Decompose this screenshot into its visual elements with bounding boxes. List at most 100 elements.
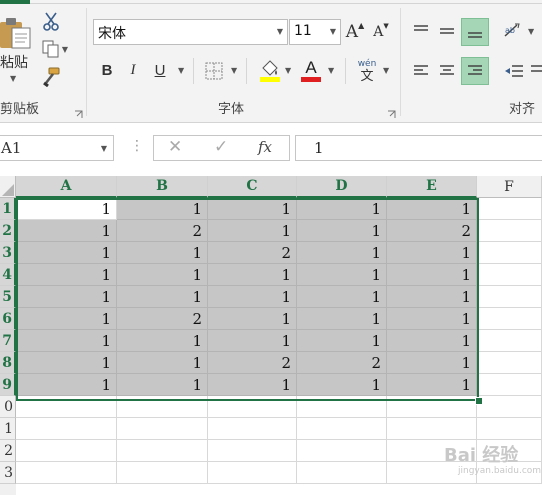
font-color-button[interactable]: A [299, 57, 323, 83]
cell-d2[interactable]: 1 [297, 220, 387, 242]
column-header-d[interactable]: D [297, 176, 387, 198]
align-center-icon[interactable] [436, 60, 458, 82]
cell-a7[interactable]: 1 [16, 330, 117, 352]
cell-c1[interactable]: 1 [208, 198, 297, 220]
cell-d7[interactable]: 1 [297, 330, 387, 352]
bold-button[interactable]: B [97, 58, 117, 82]
phonetic-guide-button[interactable]: wén 文 [355, 57, 379, 85]
align-middle-icon[interactable] [436, 20, 458, 42]
column-header-c[interactable]: C [208, 176, 297, 198]
cell-f7[interactable] [477, 330, 542, 352]
cell-d1[interactable]: 1 [297, 198, 387, 220]
cell-e8[interactable]: 1 [387, 352, 477, 374]
font-launcher-icon[interactable] [387, 104, 396, 118]
row-header-13[interactable]: 3 [0, 462, 16, 484]
column-header-b[interactable]: B [117, 176, 208, 198]
row-header-10[interactable]: 0 [0, 396, 16, 418]
fill-color-dropdown-icon[interactable]: ▼ [285, 66, 291, 75]
cell-e6[interactable]: 1 [387, 308, 477, 330]
cell-a3[interactable]: 1 [16, 242, 117, 264]
cell-f6[interactable] [477, 308, 542, 330]
cell-c12[interactable] [208, 440, 297, 462]
cell-d5[interactable]: 1 [297, 286, 387, 308]
align-left-icon[interactable] [410, 60, 432, 82]
cell-b5[interactable]: 1 [117, 286, 208, 308]
cell-c9[interactable]: 1 [208, 374, 297, 396]
cell-c11[interactable] [208, 418, 297, 440]
cell-b2[interactable]: 2 [117, 220, 208, 242]
row-header-3[interactable]: 3 [0, 242, 16, 264]
cell-f1[interactable] [477, 198, 542, 220]
cell-f10[interactable] [477, 396, 542, 418]
cell-c6[interactable]: 1 [208, 308, 297, 330]
phonetic-dropdown-icon[interactable]: ▼ [383, 66, 389, 75]
cell-a6[interactable]: 1 [16, 308, 117, 330]
cell-e1[interactable]: 1 [387, 198, 477, 220]
underline-dropdown-icon[interactable]: ▼ [178, 66, 184, 75]
row-header-12[interactable]: 2 [0, 440, 16, 462]
row-header-9[interactable]: 9 [0, 374, 16, 396]
formula-input[interactable]: 1 [295, 135, 542, 161]
cell-a5[interactable]: 1 [16, 286, 117, 308]
cell-e5[interactable]: 1 [387, 286, 477, 308]
select-all-corner[interactable] [0, 176, 16, 198]
cell-c7[interactable]: 1 [208, 330, 297, 352]
cancel-icon[interactable]: ✕ [168, 137, 182, 157]
cell-b13[interactable] [117, 462, 208, 484]
cell-a11[interactable] [16, 418, 117, 440]
cell-f9[interactable] [477, 374, 542, 396]
cell-e4[interactable]: 1 [387, 264, 477, 286]
paste-button-label[interactable]: 粘贴 [0, 52, 28, 72]
row-header-7[interactable]: 7 [0, 330, 16, 352]
cell-e10[interactable] [387, 396, 477, 418]
row-header-11[interactable]: 1 [0, 418, 16, 440]
cell-b3[interactable]: 1 [117, 242, 208, 264]
cell-d3[interactable]: 1 [297, 242, 387, 264]
copy-icon[interactable]: ▼ [40, 38, 70, 60]
cell-c5[interactable]: 1 [208, 286, 297, 308]
cell-b6[interactable]: 2 [117, 308, 208, 330]
paste-icon[interactable] [0, 14, 34, 50]
column-header-e[interactable]: E [387, 176, 477, 198]
cell-e2[interactable]: 2 [387, 220, 477, 242]
font-name-dropdown-icon[interactable]: ▼ [277, 27, 283, 36]
cell-d6[interactable]: 1 [297, 308, 387, 330]
cell-a1[interactable]: 1 [16, 198, 117, 220]
cell-d4[interactable]: 1 [297, 264, 387, 286]
italic-button[interactable]: I [123, 58, 143, 82]
column-header-a[interactable]: A [16, 176, 117, 198]
cell-d10[interactable] [297, 396, 387, 418]
cut-icon[interactable] [40, 10, 62, 32]
font-size-dropdown-icon[interactable]: ▼ [330, 27, 336, 36]
cell-a13[interactable] [16, 462, 117, 484]
enter-icon[interactable]: ✓ [214, 137, 228, 157]
column-header-f[interactable]: F [477, 176, 542, 198]
cell-e7[interactable]: 1 [387, 330, 477, 352]
cell-a9[interactable]: 1 [16, 374, 117, 396]
cell-c2[interactable]: 1 [208, 220, 297, 242]
cell-a2[interactable]: 1 [16, 220, 117, 242]
cell-e11[interactable] [387, 418, 477, 440]
cell-a8[interactable]: 1 [16, 352, 117, 374]
shrink-font-button[interactable]: A ▼ [370, 20, 392, 44]
row-header-1[interactable]: 1 [0, 198, 16, 220]
cell-b11[interactable] [117, 418, 208, 440]
borders-dropdown-icon[interactable]: ▼ [231, 66, 237, 75]
format-painter-icon[interactable] [40, 66, 62, 88]
font-color-dropdown-icon[interactable]: ▼ [328, 66, 334, 75]
cell-b12[interactable] [117, 440, 208, 462]
cell-d11[interactable] [297, 418, 387, 440]
row-header-5[interactable]: 5 [0, 286, 16, 308]
fill-color-icon[interactable] [258, 57, 282, 83]
row-header-6[interactable]: 6 [0, 308, 16, 330]
cell-f2[interactable] [477, 220, 542, 242]
align-top-icon[interactable] [410, 20, 432, 42]
cell-b9[interactable]: 1 [117, 374, 208, 396]
cell-b7[interactable]: 1 [117, 330, 208, 352]
cell-c8[interactable]: 2 [208, 352, 297, 374]
cell-b1[interactable]: 1 [117, 198, 208, 220]
cell-b4[interactable]: 1 [117, 264, 208, 286]
cell-e9[interactable]: 1 [387, 374, 477, 396]
cell-c13[interactable] [208, 462, 297, 484]
cell-c10[interactable] [208, 396, 297, 418]
